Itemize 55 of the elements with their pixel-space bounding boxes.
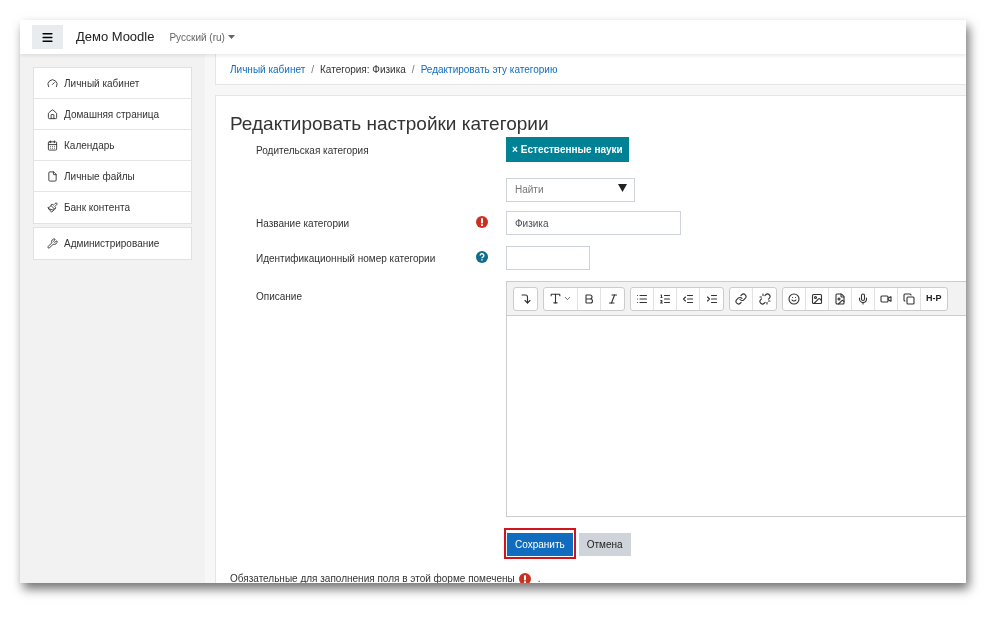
bullet-list-icon [636,292,648,305]
breadcrumb-separator: / [411,62,415,77]
numbered-list-icon [659,292,671,305]
help-icon[interactable] [476,251,488,263]
brush-icon [47,202,58,213]
selected-category-tag[interactable]: × Естественные науки [506,137,629,162]
smiley-icon [788,292,800,305]
secondary-button[interactable]: Отмена [578,533,631,556]
home-icon [47,108,58,120]
nav-item[interactable]: Личный кабинет [34,68,191,99]
text-field[interactable] [506,246,590,270]
nav-item[interactable]: Домашняя страница [34,99,191,130]
arrow-down-icon [519,292,532,305]
caret-icon [563,294,572,303]
field-label: Описание [256,291,302,302]
media-file-icon [834,292,846,305]
bold-icon [583,292,595,305]
italic-icon [606,292,619,305]
menu-icon [41,30,54,44]
page-title: Редактировать настройки категории [230,112,550,136]
file-icon [47,170,58,182]
nav-item[interactable]: Личные файлы [34,161,191,192]
h5p-button[interactable]: H-P [921,287,947,310]
field-label: Идентификационный номер категории [256,253,436,264]
field-label: Название категории [256,218,350,229]
search-dropdown[interactable]: Найти [506,177,635,202]
primary-button[interactable]: Сохранить [507,533,573,556]
language-menu[interactable]: Русский (ru) [169,29,235,45]
calendar-icon [47,139,58,151]
breadcrumb-link[interactable]: Редактировать эту категорию [420,61,558,77]
video-camera-icon [880,292,892,305]
files-icon [903,292,915,305]
breadcrumb-link[interactable]: Личный кабинет [230,61,306,77]
wrench-icon [47,238,58,249]
nav-item[interactable]: Банк контента [34,192,191,223]
link-icon [735,292,747,305]
field-label: Родительская категория [256,145,369,156]
image-icon [811,292,823,305]
nav-item[interactable]: Календарь [34,130,191,161]
font-icon [549,292,562,305]
unlink-icon [758,292,771,305]
menu-button[interactable] [32,25,63,49]
dropdown-arrow-icon [618,184,627,192]
site-name[interactable]: Демо Moodle [76,27,155,47]
indent-icon [705,292,718,305]
caret-icon [227,35,235,39]
text-editor[interactable]: H-P [506,281,966,517]
outdent-icon [682,292,694,305]
dashboard-icon [47,77,58,89]
breadcrumb-separator: / [311,62,314,77]
nav-item[interactable]: Администрирование [34,228,191,259]
microphone-icon [857,292,869,305]
breadcrumb-text: Категория: Физика [320,62,406,77]
note-period: . [537,572,541,583]
text-field[interactable]: Физика [506,211,681,235]
